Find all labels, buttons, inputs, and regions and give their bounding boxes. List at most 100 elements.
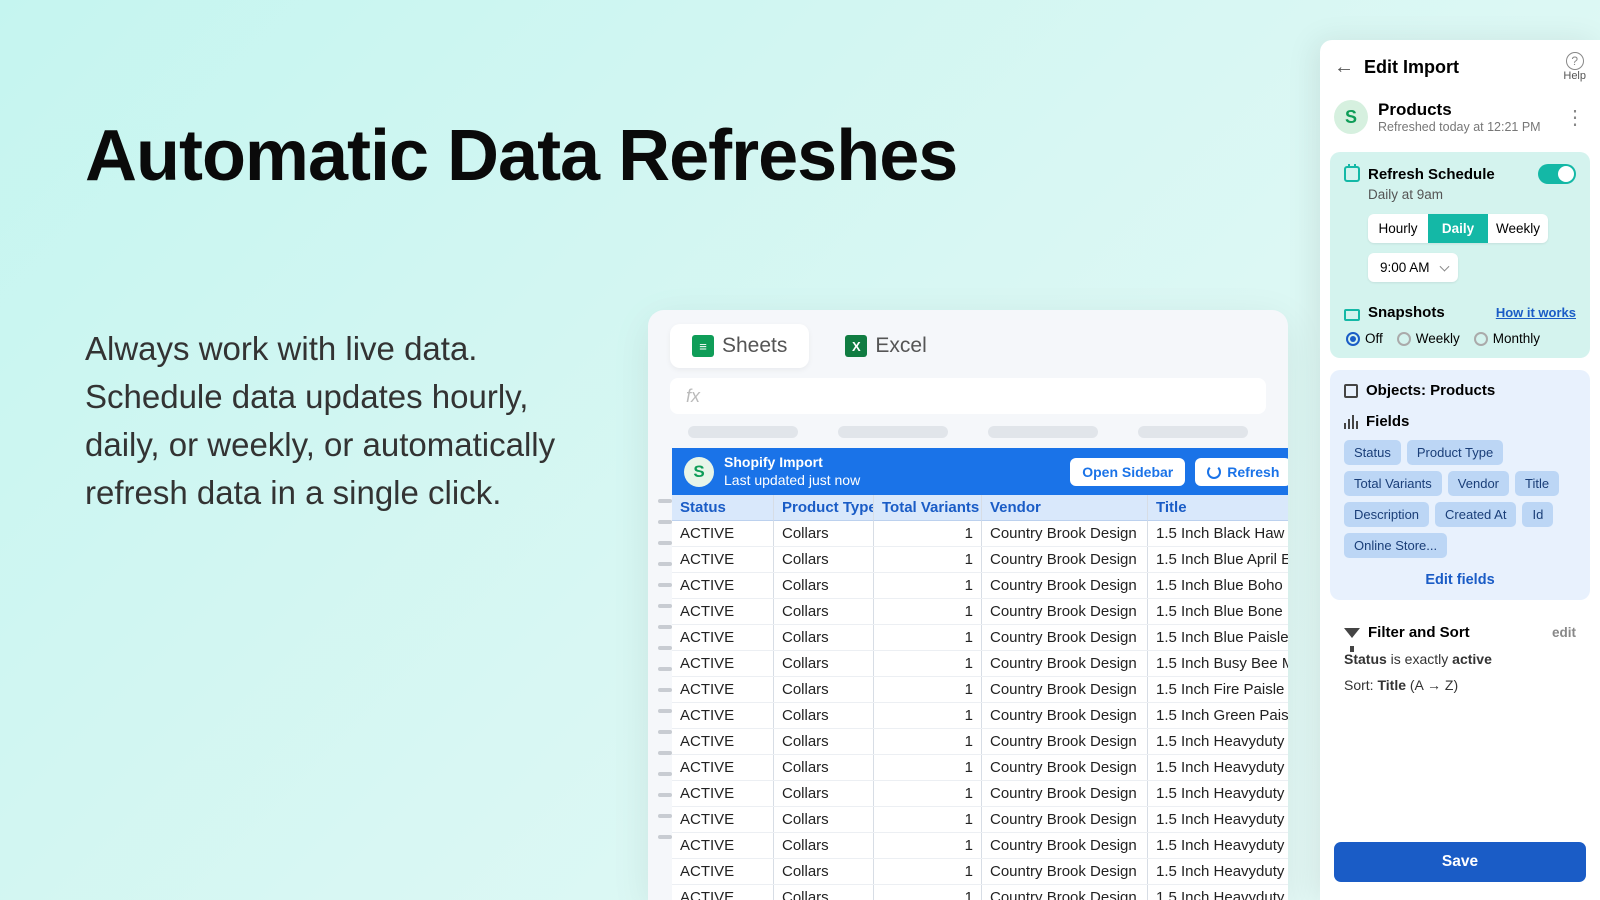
cell-title: 1.5 Inch Blue Boho (1148, 573, 1288, 598)
table-row[interactable]: ACTIVECollars1Country Brook Design1.5 In… (672, 755, 1288, 781)
source-row: S Products Refreshed today at 12:21 PM ⋮ (1320, 94, 1600, 146)
table-row[interactable]: ACTIVECollars1Country Brook Design1.5 In… (672, 703, 1288, 729)
refresh-button[interactable]: Refresh (1195, 458, 1288, 486)
refresh-toggle[interactable] (1538, 164, 1576, 184)
col-total-variants[interactable]: Total Variants (874, 495, 982, 521)
tab-excel-label: Excel (875, 334, 926, 358)
refresh-schedule-card: Refresh Schedule Daily at 9am HourlyDail… (1330, 152, 1590, 358)
tab-sheets[interactable]: ≡ Sheets (670, 324, 809, 368)
shopify-source-icon: S (1334, 100, 1368, 134)
cell-total-variants: 1 (874, 521, 982, 546)
objects-fields-card: Objects: Products Fields StatusProduct T… (1330, 370, 1590, 600)
table-row[interactable]: ACTIVECollars1Country Brook Design1.5 In… (672, 573, 1288, 599)
field-chips: StatusProduct Type Total VariantsVendorTi… (1344, 440, 1576, 558)
import-subtitle: Last updated just now (724, 472, 1060, 490)
excel-icon: X (845, 335, 867, 357)
back-button[interactable]: ← (1334, 56, 1354, 79)
save-button[interactable]: Save (1334, 842, 1586, 882)
help-button[interactable]: ? Help (1563, 52, 1586, 82)
open-sidebar-button[interactable]: Open Sidebar (1070, 458, 1185, 486)
cell-total-variants: 1 (874, 755, 982, 780)
table-row[interactable]: ACTIVECollars1Country Brook Design1.5 In… (672, 547, 1288, 573)
table-row[interactable]: ACTIVECollars1Country Brook Design1.5 In… (672, 521, 1288, 547)
cell-product-type: Collars (774, 677, 874, 702)
table-row[interactable]: ACTIVECollars1Country Brook Design1.5 In… (672, 677, 1288, 703)
col-product-type[interactable]: Product Type (774, 495, 874, 521)
cell-product-type: Collars (774, 599, 874, 624)
chip-created-at[interactable]: Created At (1435, 502, 1516, 527)
table-row[interactable]: ACTIVECollars1Country Brook Design1.5 In… (672, 781, 1288, 807)
tab-excel[interactable]: X Excel (823, 324, 948, 368)
snapshot-off[interactable]: Off (1346, 331, 1383, 346)
cell-total-variants: 1 (874, 547, 982, 572)
cell-vendor: Country Brook Design (982, 807, 1148, 832)
chip-status[interactable]: Status (1344, 440, 1401, 465)
table-row[interactable]: ACTIVECollars1Country Brook Design1.5 In… (672, 885, 1288, 900)
cell-vendor: Country Brook Design (982, 651, 1148, 676)
source-menu-button[interactable]: ⋮ (1565, 105, 1586, 130)
cell-status: ACTIVE (672, 599, 774, 624)
cell-status: ACTIVE (672, 807, 774, 832)
table-row[interactable]: ACTIVECollars1Country Brook Design1.5 In… (672, 833, 1288, 859)
shopify-badge-icon: S (684, 457, 714, 487)
fields-icon (1344, 415, 1358, 429)
table-header: Status Product Type Total Variants Vendo… (672, 495, 1288, 521)
chip-total-variants[interactable]: Total Variants (1344, 471, 1442, 496)
spreadsheet-window: ≡ Sheets X Excel fx S Shopify Import Las… (648, 310, 1288, 900)
formula-bar[interactable]: fx (670, 378, 1266, 414)
table-row[interactable]: ACTIVECollars1Country Brook Design1.5 In… (672, 625, 1288, 651)
table-row[interactable]: ACTIVECollars1Country Brook Design1.5 In… (672, 729, 1288, 755)
chip-id[interactable]: Id (1522, 502, 1553, 527)
cell-title: 1.5 Inch Black Haw (1148, 521, 1288, 546)
time-select[interactable]: 9:00 AM (1368, 253, 1458, 282)
frequency-hourly[interactable]: Hourly (1368, 214, 1428, 243)
col-title[interactable]: Title (1148, 495, 1288, 521)
cell-status: ACTIVE (672, 885, 774, 900)
radio-icon (1346, 332, 1360, 346)
help-label: Help (1563, 70, 1586, 82)
frequency-daily[interactable]: Daily (1428, 214, 1488, 243)
cell-total-variants: 1 (874, 703, 982, 728)
chip-product-type[interactable]: Product Type (1407, 440, 1503, 465)
cell-total-variants: 1 (874, 651, 982, 676)
cell-status: ACTIVE (672, 651, 774, 676)
cell-title: 1.5 Inch Heavyduty (1148, 807, 1288, 832)
filter-line-2: Sort: Title (A → Z) (1344, 677, 1576, 693)
cell-total-variants: 1 (874, 859, 982, 884)
google-sheets-icon: ≡ (692, 335, 714, 357)
filter-edit-link[interactable]: edit (1552, 625, 1576, 640)
table-row[interactable]: ACTIVECollars1Country Brook Design1.5 In… (672, 807, 1288, 833)
filter-heading: Filter and Sort (1368, 624, 1470, 641)
edit-fields-link[interactable]: Edit fields (1344, 572, 1576, 588)
chip-title[interactable]: Title (1515, 471, 1559, 496)
cell-status: ACTIVE (672, 521, 774, 546)
table-row[interactable]: ACTIVECollars1Country Brook Design1.5 In… (672, 651, 1288, 677)
cell-vendor: Country Brook Design (982, 625, 1148, 650)
frequency-segmented[interactable]: HourlyDailyWeekly (1368, 214, 1548, 243)
frequency-weekly[interactable]: Weekly (1488, 214, 1548, 243)
tab-sheets-label: Sheets (722, 334, 787, 358)
how-it-works-link[interactable]: How it works (1496, 305, 1576, 320)
cell-title: 1.5 Inch Heavyduty (1148, 781, 1288, 806)
cell-product-type: Collars (774, 755, 874, 780)
edit-import-panel: ← Edit Import ? Help S Products Refreshe… (1320, 40, 1600, 900)
source-name: Products (1378, 100, 1541, 120)
chip-vendor[interactable]: Vendor (1448, 471, 1509, 496)
snapshot-weekly[interactable]: Weekly (1397, 331, 1460, 346)
cell-vendor: Country Brook Design (982, 781, 1148, 806)
cell-status: ACTIVE (672, 677, 774, 702)
table-row[interactable]: ACTIVECollars1Country Brook Design1.5 In… (672, 599, 1288, 625)
cell-title: 1.5 Inch Heavyduty (1148, 729, 1288, 754)
cell-title: 1.5 Inch Green Pais (1148, 703, 1288, 728)
col-vendor[interactable]: Vendor (982, 495, 1148, 521)
cell-product-type: Collars (774, 885, 874, 900)
cell-product-type: Collars (774, 703, 874, 728)
chip-description[interactable]: Description (1344, 502, 1429, 527)
cell-title: 1.5 Inch Blue Paisle (1148, 625, 1288, 650)
snapshot-monthly[interactable]: Monthly (1474, 331, 1540, 346)
table-row[interactable]: ACTIVECollars1Country Brook Design1.5 In… (672, 859, 1288, 885)
cell-product-type: Collars (774, 521, 874, 546)
col-status[interactable]: Status (672, 495, 774, 521)
chip-online-store[interactable]: Online Store... (1344, 533, 1447, 558)
cell-vendor: Country Brook Design (982, 703, 1148, 728)
